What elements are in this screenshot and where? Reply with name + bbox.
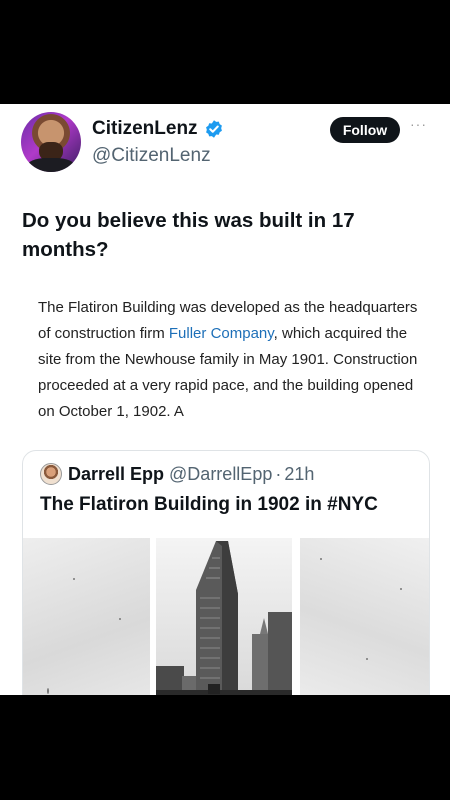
post-body: The Flatiron Building was developed as t… — [38, 295, 418, 425]
flatiron-building-image — [156, 538, 292, 695]
author-display-name[interactable]: CitizenLenz — [92, 118, 198, 140]
avatar[interactable] — [21, 112, 81, 172]
quoted-post-time[interactable]: 21h — [284, 464, 314, 485]
quoted-post-header: Darrell Epp @DarrellEpp · 21h — [40, 463, 314, 485]
top-letterbox — [0, 0, 450, 104]
photo-right[interactable] — [300, 538, 429, 695]
quoted-author-name[interactable]: Darrell Epp — [68, 464, 164, 485]
post-headline: Do you believe this was built in 17 mont… — [22, 209, 355, 261]
quoted-author-avatar[interactable] — [40, 463, 62, 485]
quoted-author-handle[interactable]: @DarrellEpp — [169, 464, 272, 485]
verified-badge-icon — [205, 120, 222, 138]
separator-dot: · — [275, 463, 282, 484]
photo-flatiron-building[interactable] — [156, 538, 292, 695]
quoted-post-card[interactable]: Darrell Epp @DarrellEpp · 21h The Flatir… — [22, 450, 430, 695]
fuller-company-link[interactable]: Fuller Company — [169, 325, 274, 342]
photo-left[interactable] — [23, 538, 150, 695]
author-handle[interactable]: @CitizenLenz — [92, 145, 211, 167]
follow-button[interactable]: Follow — [330, 117, 400, 143]
tweet-post: CitizenLenz @CitizenLenz Follow ··· Do y… — [0, 104, 450, 695]
more-options-icon[interactable]: ··· — [410, 116, 427, 132]
quoted-post-text: The Flatiron Building in 1902 in #NYC — [40, 494, 378, 515]
author-name-row: CitizenLenz — [92, 118, 224, 140]
bottom-letterbox — [0, 695, 450, 800]
